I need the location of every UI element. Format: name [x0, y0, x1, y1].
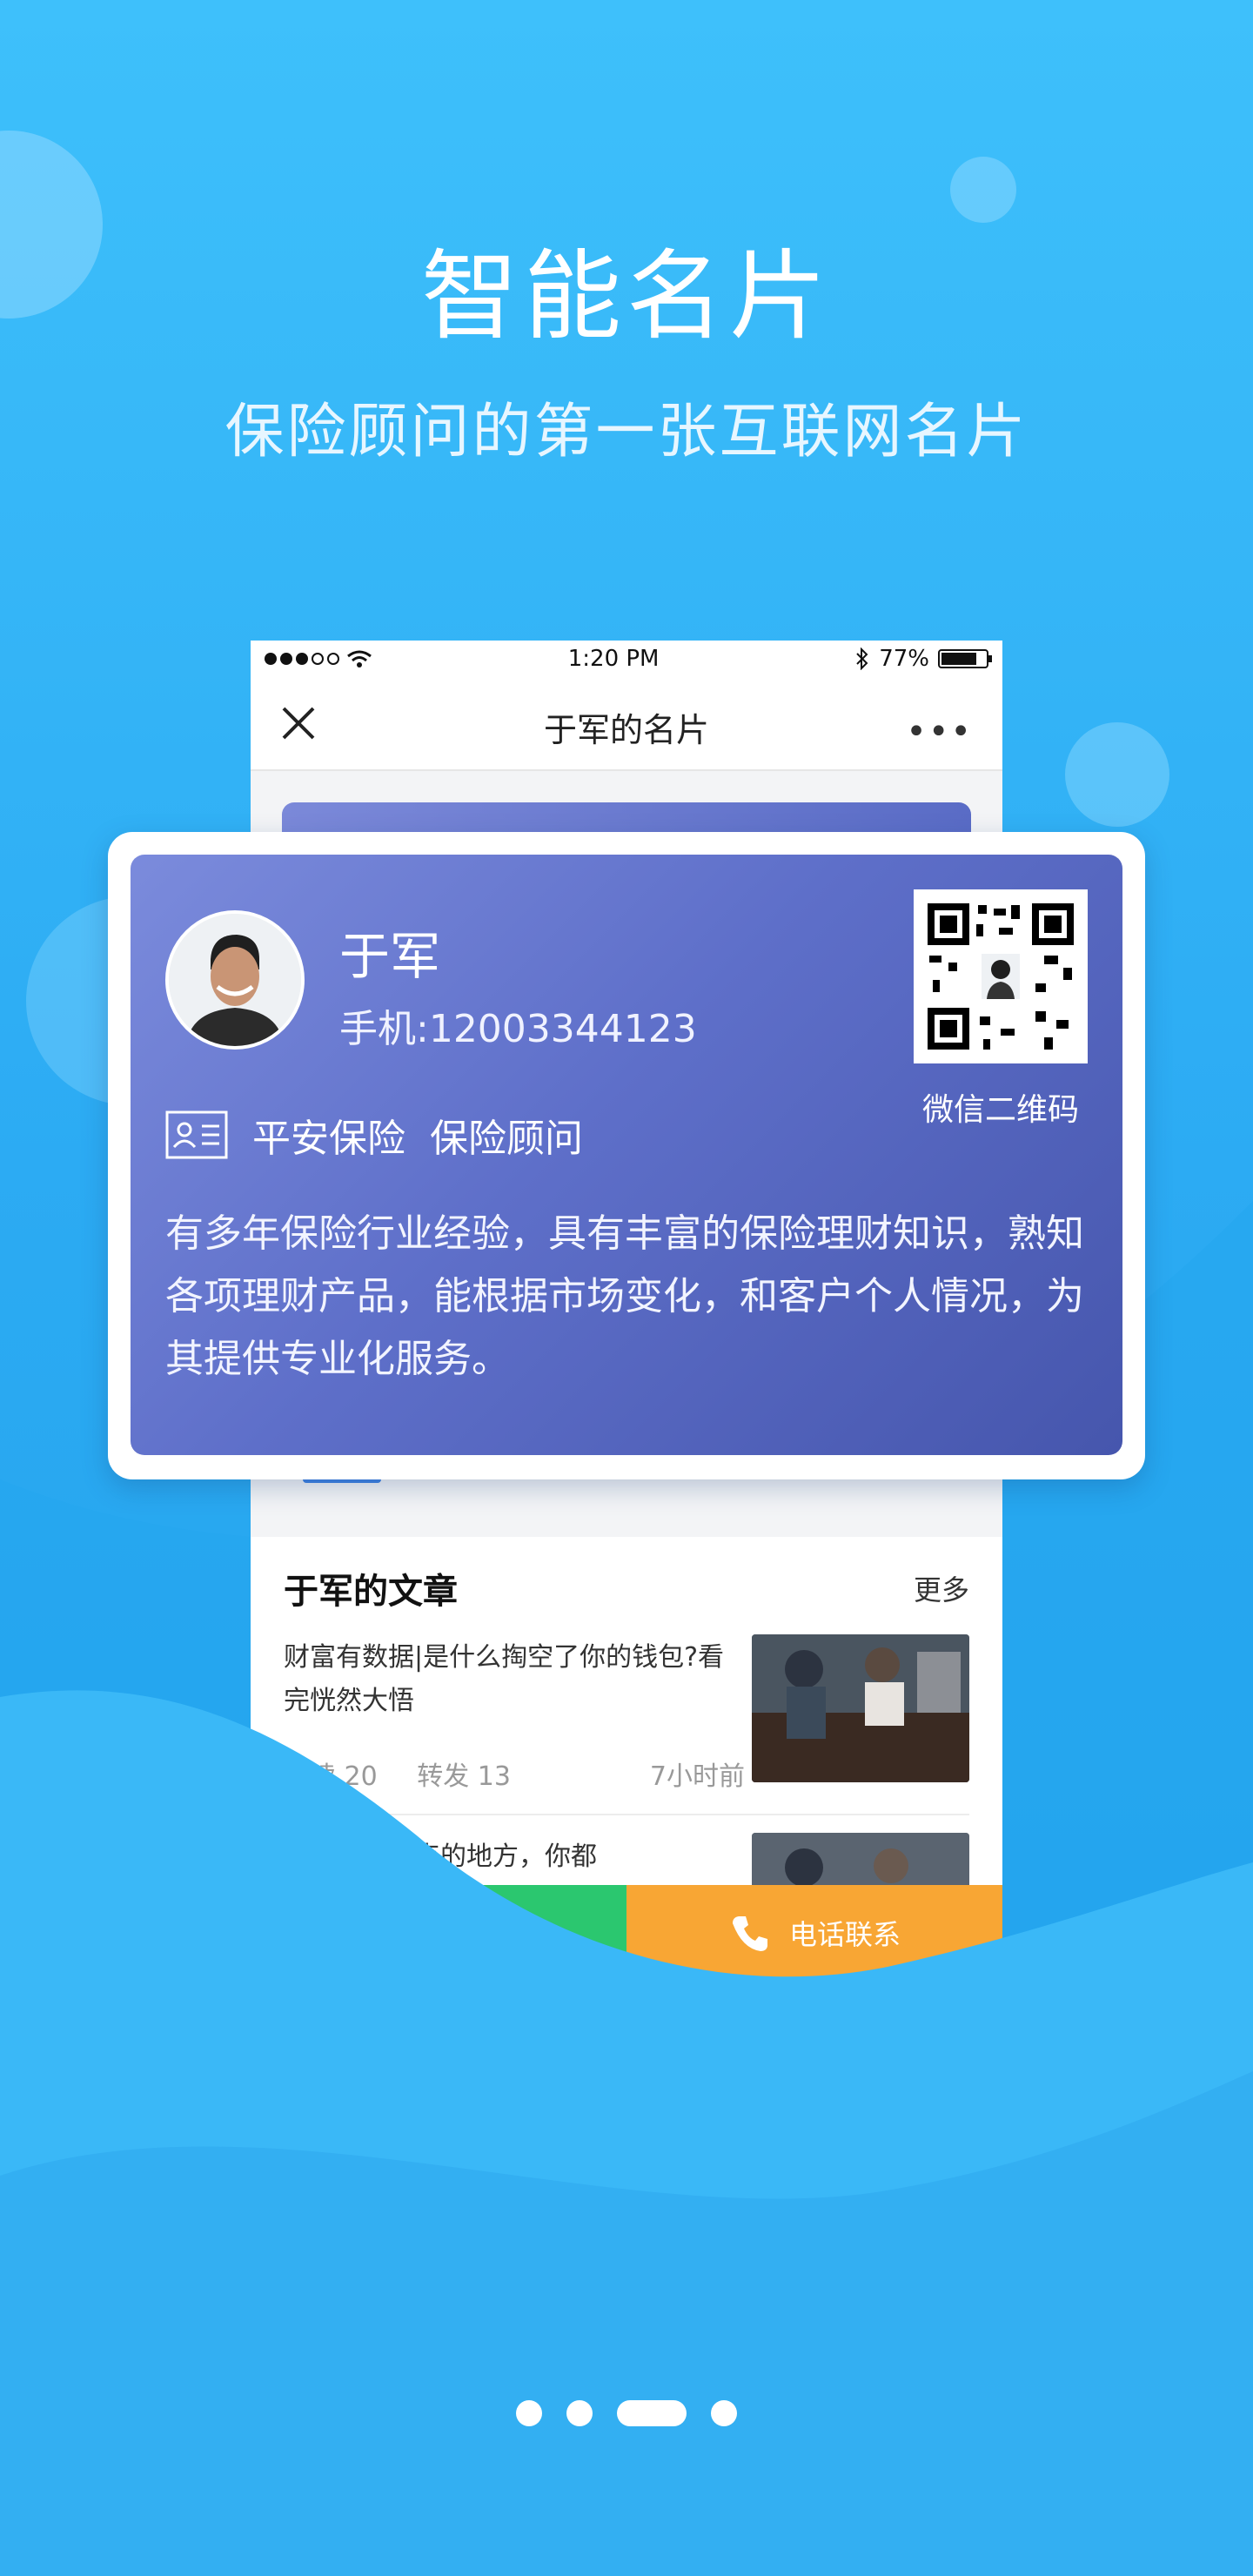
wechat-qr-code[interactable]	[914, 889, 1088, 1063]
article-time: 7小时前	[649, 1761, 745, 1792]
business-card[interactable]: 于军 手机:12003344123 微信二维码 平安保险 保险顾问 有多年保险行…	[131, 855, 1122, 1455]
article-meta: 阅读 20 转发 13 7小时前	[284, 1754, 745, 1793]
qr-label: 微信二维码	[921, 1092, 1079, 1128]
page-indicator	[0, 2400, 1253, 2426]
company-name: 平安保险	[252, 1117, 405, 1161]
article-shares: 转发 13	[417, 1761, 511, 1792]
page-dot[interactable]	[711, 2400, 737, 2426]
nav-title: 于军的名片	[543, 711, 709, 749]
job-title: 保险顾问	[430, 1117, 583, 1161]
wifi-icon	[347, 650, 372, 667]
phone-contact-button[interactable]: 电话联系	[626, 1885, 1002, 1981]
articles-more-link[interactable]: 更多	[914, 1568, 969, 1608]
phone-contact-label: 电话联系	[788, 1918, 901, 1951]
id-card-icon	[165, 1110, 228, 1159]
status-time: 1:20 PM	[567, 646, 660, 672]
article-reads: 阅读 20	[284, 1761, 378, 1792]
more-icon[interactable]: •••	[906, 712, 973, 752]
article-divider	[284, 1814, 969, 1815]
business-card-frame: 于军 手机:12003344123 微信二维码 平安保险 保险顾问 有多年保险行…	[108, 832, 1145, 1479]
page-dot-active[interactable]	[617, 2400, 687, 2426]
battery-icon	[938, 649, 992, 668]
phone-icon	[732, 1916, 767, 1951]
card-bio: 有多年保险行业经验，具有丰富的保险理财知识，熟知各项理财产品，能根据市场变化，和…	[165, 1211, 1084, 1381]
avatar	[165, 910, 305, 1050]
status-bar: 1:20 PM 77%	[251, 641, 1002, 677]
page-dot[interactable]	[566, 2400, 593, 2426]
wechat-contact-button[interactable]: 微信联系	[251, 1885, 626, 1981]
article-title[interactable]: 理这些划重点的地方，你都	[284, 1835, 745, 1873]
hero-title: 智能名片	[421, 240, 832, 353]
battery-percent: 77%	[879, 646, 929, 672]
contact-bar: 微信联系 电话联系	[251, 1885, 1002, 1981]
hero-subtitle: 保险顾问的第一张互联网名片	[224, 398, 1029, 466]
card-name: 于军	[339, 927, 441, 986]
card-company: 平安保险 保险顾问	[165, 1107, 583, 1163]
signal-icon	[265, 653, 339, 665]
page-dot[interactable]	[516, 2400, 542, 2426]
article-thumbnail[interactable]	[752, 1634, 969, 1782]
article-title[interactable]: 财富有数据|是什么掏空了你的钱包?看完恍然大悟	[284, 1636, 745, 1723]
articles-header: 于军的文章	[284, 1572, 458, 1612]
card-phone[interactable]: 手机:12003344123	[339, 997, 697, 1053]
bluetooth-icon	[856, 647, 868, 670]
wechat-contact-label: 微信联系	[382, 1918, 494, 1951]
nav-bar: 于军的名片 •••	[251, 677, 1002, 771]
